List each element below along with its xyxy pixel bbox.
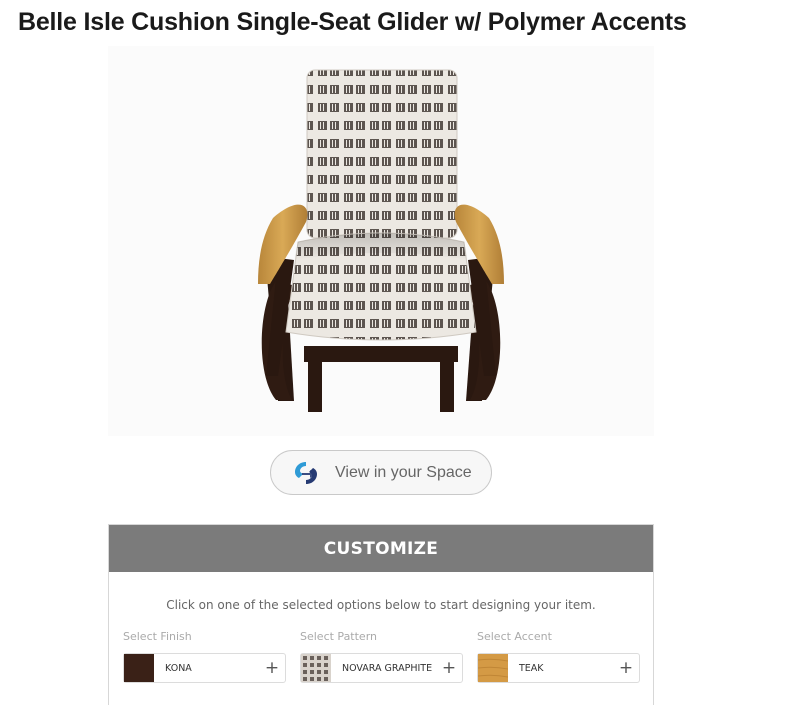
accent-swatch xyxy=(478,654,508,682)
pattern-option: Select Pattern NOVARA GRAPHITE + xyxy=(300,630,465,683)
add-pattern-icon[interactable]: + xyxy=(438,659,460,677)
view-in-your-space-button[interactable]: View in your Space xyxy=(270,450,492,495)
finish-selector[interactable]: KONA + xyxy=(123,653,286,683)
customize-title: CUSTOMIZE xyxy=(323,538,439,559)
product-image xyxy=(108,46,654,436)
accent-label: Select Accent xyxy=(477,630,552,643)
accent-value: TEAK xyxy=(519,662,544,674)
add-finish-icon[interactable]: + xyxy=(261,659,283,677)
finish-label: Select Finish xyxy=(123,630,192,643)
pattern-label: Select Pattern xyxy=(300,630,378,643)
finish-value: KONA xyxy=(165,662,192,674)
customize-instructions: Click on one of the selected options bel… xyxy=(166,598,596,612)
finish-option: Select Finish KONA + xyxy=(123,630,288,683)
view-in-your-space-label: View in your Space xyxy=(335,463,472,481)
customize-header: CUSTOMIZE xyxy=(109,525,653,572)
accent-option: Select Accent TEAK + xyxy=(477,630,642,683)
page-title: Belle Isle Cushion Single-Seat Glider w/… xyxy=(18,8,687,36)
add-accent-icon[interactable]: + xyxy=(615,659,637,677)
accent-selector[interactable]: TEAK + xyxy=(477,653,640,683)
customize-panel: CUSTOMIZE Click on one of the selected o… xyxy=(108,524,654,705)
pattern-value: NOVARA GRAPHITE xyxy=(342,662,433,674)
pattern-selector[interactable]: NOVARA GRAPHITE + xyxy=(300,653,463,683)
glider-chair-illustration xyxy=(258,69,504,412)
finish-swatch xyxy=(124,654,154,682)
pattern-swatch xyxy=(301,654,331,682)
augmented-reality-icon xyxy=(295,461,317,484)
